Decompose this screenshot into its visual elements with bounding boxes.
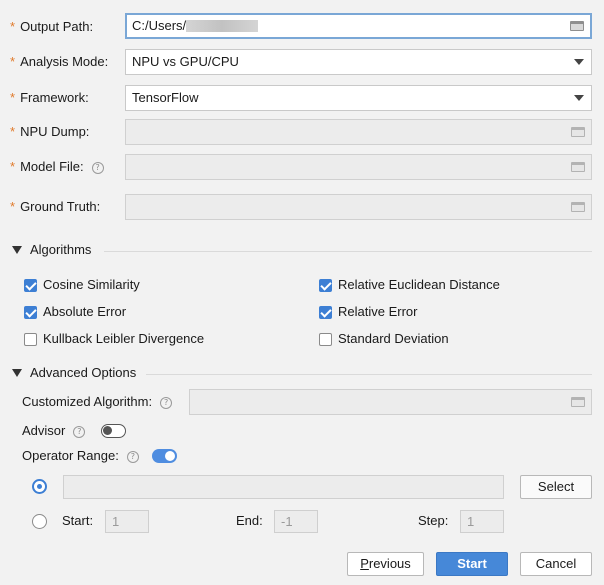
- relative-euclidean-distance-label: Relative Euclidean Distance: [338, 277, 500, 292]
- absolute-error-label: Absolute Error: [43, 304, 127, 319]
- analysis-mode-label: * Analysis Mode:: [10, 54, 109, 69]
- previous-button[interactable]: Previous: [347, 552, 424, 576]
- ground-truth-label: * Ground Truth:: [10, 199, 101, 214]
- folder-icon[interactable]: [570, 21, 584, 31]
- step-label: Step:: [418, 513, 449, 528]
- cancel-button[interactable]: Cancel: [520, 552, 592, 576]
- triangle-down-icon[interactable]: [12, 368, 22, 377]
- range-select-radio[interactable]: [32, 479, 47, 494]
- section-divider: [146, 374, 592, 375]
- ground-truth-input[interactable]: [125, 194, 592, 220]
- cosine-similarity-label: Cosine Similarity: [43, 277, 140, 292]
- advisor-label: Advisor?: [22, 421, 86, 441]
- folder-icon[interactable]: [571, 397, 585, 407]
- operator-range-toggle[interactable]: [152, 449, 177, 463]
- kullback-leibler-divergence-label: Kullback Leibler Divergence: [43, 331, 205, 346]
- end-label: End:: [236, 513, 263, 528]
- folder-icon[interactable]: [571, 162, 585, 172]
- absolute-error-checkbox[interactable]: [24, 306, 37, 319]
- triangle-down-icon[interactable]: [12, 245, 22, 254]
- standard-deviation-label: Standard Deviation: [338, 331, 449, 346]
- help-icon[interactable]: ?: [91, 161, 104, 174]
- standard-deviation-checkbox[interactable]: [319, 333, 332, 346]
- section-divider: [104, 251, 592, 252]
- help-icon[interactable]: ?: [160, 396, 173, 409]
- advanced-options-section-header[interactable]: Advanced Options: [12, 363, 136, 383]
- kullback-leibler-divergence-checkbox[interactable]: [24, 333, 37, 346]
- analysis-mode-select[interactable]: NPU vs GPU/CPU: [125, 49, 592, 75]
- framework-label: * Framework:: [10, 90, 89, 105]
- framework-select[interactable]: TensorFlow: [125, 85, 592, 111]
- output-path-label: * Output Path:: [10, 19, 94, 34]
- relative-error-label: Relative Error: [338, 304, 418, 319]
- algorithms-section-header[interactable]: Algorithms: [12, 240, 91, 260]
- folder-icon[interactable]: [571, 202, 585, 212]
- chevron-down-icon[interactable]: [574, 59, 584, 65]
- redacted-path: [186, 19, 259, 32]
- operator-range-label: Operator Range:?: [22, 446, 139, 466]
- npu-dump-label: * NPU Dump:: [10, 124, 90, 139]
- operator-list-input[interactable]: [63, 475, 504, 499]
- model-file-input[interactable]: [125, 154, 592, 180]
- relative-euclidean-distance-checkbox[interactable]: [319, 279, 332, 292]
- help-icon[interactable]: ?: [126, 450, 139, 463]
- start-button[interactable]: Start: [436, 552, 508, 576]
- customized-algorithm-label: Customized Algorithm:?: [22, 392, 173, 412]
- toggle-knob: [165, 451, 175, 461]
- start-input[interactable]: 1: [105, 510, 149, 533]
- step-input[interactable]: 1: [460, 510, 504, 533]
- toggle-knob: [103, 426, 112, 435]
- output-path-input[interactable]: C:/Users/: [125, 13, 592, 39]
- select-button[interactable]: Select: [520, 475, 592, 499]
- chevron-down-icon[interactable]: [574, 95, 584, 101]
- cosine-similarity-checkbox[interactable]: [24, 279, 37, 292]
- end-input[interactable]: -1: [274, 510, 318, 533]
- customized-algorithm-input[interactable]: [189, 389, 592, 415]
- folder-icon[interactable]: [571, 127, 585, 137]
- start-label: Start:: [62, 513, 94, 528]
- relative-error-checkbox[interactable]: [319, 306, 332, 319]
- help-icon[interactable]: ?: [73, 425, 86, 438]
- npu-dump-input[interactable]: [125, 119, 592, 145]
- model-file-label: * Model File:?: [10, 157, 104, 177]
- advisor-toggle[interactable]: [101, 424, 126, 438]
- range-start-end-radio[interactable]: [32, 514, 47, 529]
